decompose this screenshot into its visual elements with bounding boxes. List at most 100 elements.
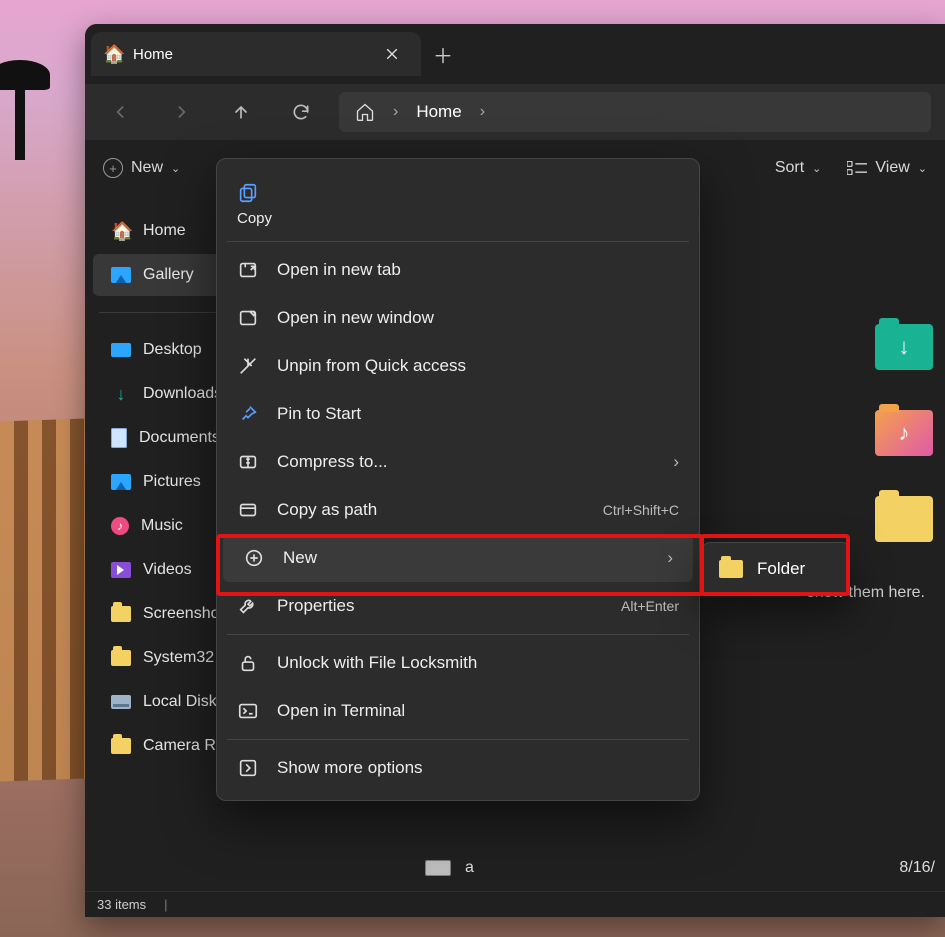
menu-item-label: Show more options	[277, 758, 423, 778]
quick-access-thumbnails: ↓ ♪	[875, 324, 945, 542]
drive-icon	[425, 860, 451, 876]
shortcut-label: Ctrl+Shift+C	[603, 502, 679, 518]
chevron-right-icon: ›	[673, 452, 679, 472]
menu-item-copy-as-path[interactable]: Copy as path Ctrl+Shift+C	[217, 486, 699, 534]
sidebar-item-label: Documents	[139, 429, 220, 447]
chevron-down-icon: ⌄	[812, 162, 821, 175]
music-icon	[111, 517, 129, 535]
compress-icon	[237, 451, 259, 473]
view-label: View	[875, 159, 909, 177]
forward-button[interactable]	[159, 90, 203, 134]
menu-item-unlock-with-file-locksmith[interactable]: Unlock with File Locksmith	[217, 639, 699, 687]
context-menu: Copy Open in new tab Open in new window Un…	[216, 158, 700, 801]
list-item-name: a	[465, 859, 474, 877]
menu-separator	[227, 739, 689, 740]
plus-circle-icon: +	[103, 158, 123, 178]
wrench-icon	[237, 595, 259, 617]
terminal-icon	[237, 700, 259, 722]
downloads-folder-thumb[interactable]: ↓	[875, 324, 933, 370]
view-icon	[847, 161, 867, 175]
copy-path-icon	[237, 499, 259, 521]
menu-item-label: Unlock with File Locksmith	[277, 653, 477, 673]
folder-icon	[111, 606, 131, 622]
sidebar-item-label: Downloads	[143, 385, 222, 403]
chevron-down-icon: ⌄	[918, 162, 927, 175]
folder-icon	[719, 560, 743, 578]
close-tab-button[interactable]	[379, 41, 405, 67]
music-folder-thumb[interactable]: ♪	[875, 410, 933, 456]
new-menu-button[interactable]: + New ⌄	[103, 158, 180, 178]
chevron-right-icon: ›	[393, 103, 398, 121]
status-separator: |	[164, 897, 167, 912]
pictures-icon	[111, 474, 131, 490]
menu-item-open-in-new-tab[interactable]: Open in new tab	[217, 246, 699, 294]
folder-icon	[111, 738, 131, 754]
sort-label: Sort	[775, 159, 804, 177]
sidebar-item-label: Gallery	[143, 266, 194, 284]
breadcrumb[interactable]: › Home ›	[339, 92, 931, 132]
menu-item-pin-to-start[interactable]: Pin to Start	[217, 390, 699, 438]
sidebar-item-label: Pictures	[143, 473, 201, 491]
menu-item-new[interactable]: New›	[223, 534, 693, 582]
menu-separator	[227, 241, 689, 242]
menu-item-open-in-terminal[interactable]: Open in Terminal	[217, 687, 699, 735]
unlock-icon	[237, 652, 259, 674]
wallpaper-lamp	[0, 40, 60, 160]
home-icon: 🏠	[103, 44, 123, 65]
new-circle-icon	[243, 547, 265, 569]
folder-icon	[111, 650, 131, 666]
list-item[interactable]: a	[425, 859, 474, 877]
new-submenu: Folder	[702, 542, 850, 596]
sidebar-item-label: Desktop	[143, 341, 202, 359]
menu-item-label: Compress to...	[277, 452, 388, 472]
copy-label: Copy	[237, 210, 272, 227]
pictures-icon	[111, 267, 131, 283]
menu-item-label: Open in new window	[277, 308, 434, 328]
refresh-button[interactable]	[279, 90, 323, 134]
home-outline-icon	[355, 102, 375, 122]
breadcrumb-label: Home	[416, 102, 461, 122]
menu-item-properties[interactable]: Properties Alt+Enter	[217, 582, 699, 630]
menu-item-label: Copy as path	[277, 500, 377, 520]
menu-item-label: New	[283, 548, 317, 568]
copy-button[interactable]: Copy	[217, 165, 699, 237]
folder-thumb[interactable]	[875, 496, 933, 542]
wallpaper-railing	[0, 419, 85, 782]
back-button[interactable]	[99, 90, 143, 134]
list-item-date: 8/16/	[899, 859, 935, 877]
sort-menu-button[interactable]: Sort ⌄	[775, 159, 822, 177]
submenu-item-folder[interactable]: Folder	[757, 559, 805, 579]
menu-item-compress-to-[interactable]: Compress to... ›	[217, 438, 699, 486]
pin-icon	[237, 403, 259, 425]
view-menu-button[interactable]: View ⌄	[847, 159, 927, 177]
documents-icon	[111, 428, 127, 448]
tab-title: Home	[133, 46, 173, 63]
new-label: New	[131, 159, 163, 177]
more-icon	[237, 757, 259, 779]
menu-item-show-more-options[interactable]: Show more options	[217, 744, 699, 792]
menu-item-label: Open in new tab	[277, 260, 401, 280]
sidebar-item-label: System32	[143, 649, 214, 667]
title-bar: 🏠 Home ＋	[85, 24, 945, 84]
menu-item-label: Open in Terminal	[277, 701, 405, 721]
sidebar-item-label: Home	[143, 222, 186, 240]
disk-icon	[111, 695, 131, 709]
menu-item-label: Pin to Start	[277, 404, 361, 424]
new-tab-button[interactable]: ＋	[421, 32, 465, 76]
chevron-down-icon: ⌄	[171, 162, 180, 175]
up-button[interactable]	[219, 90, 263, 134]
open-win-icon	[237, 307, 259, 329]
menu-item-label: Unpin from Quick access	[277, 356, 466, 376]
videos-icon	[111, 562, 131, 578]
menu-item-unpin-from-quick-access[interactable]: Unpin from Quick access	[217, 342, 699, 390]
home-icon: 🏠	[111, 221, 131, 242]
tab-home[interactable]: 🏠 Home	[91, 32, 421, 76]
menu-item-label: Properties	[277, 596, 354, 616]
status-bar: 33 items |	[85, 891, 945, 917]
chevron-right-icon: ›	[480, 103, 485, 121]
sidebar-item-label: Local Disk	[143, 693, 217, 711]
sidebar-item-label: Videos	[143, 561, 192, 579]
menu-separator	[227, 634, 689, 635]
shortcut-label: Alt+Enter	[621, 598, 679, 614]
menu-item-open-in-new-window[interactable]: Open in new window	[217, 294, 699, 342]
